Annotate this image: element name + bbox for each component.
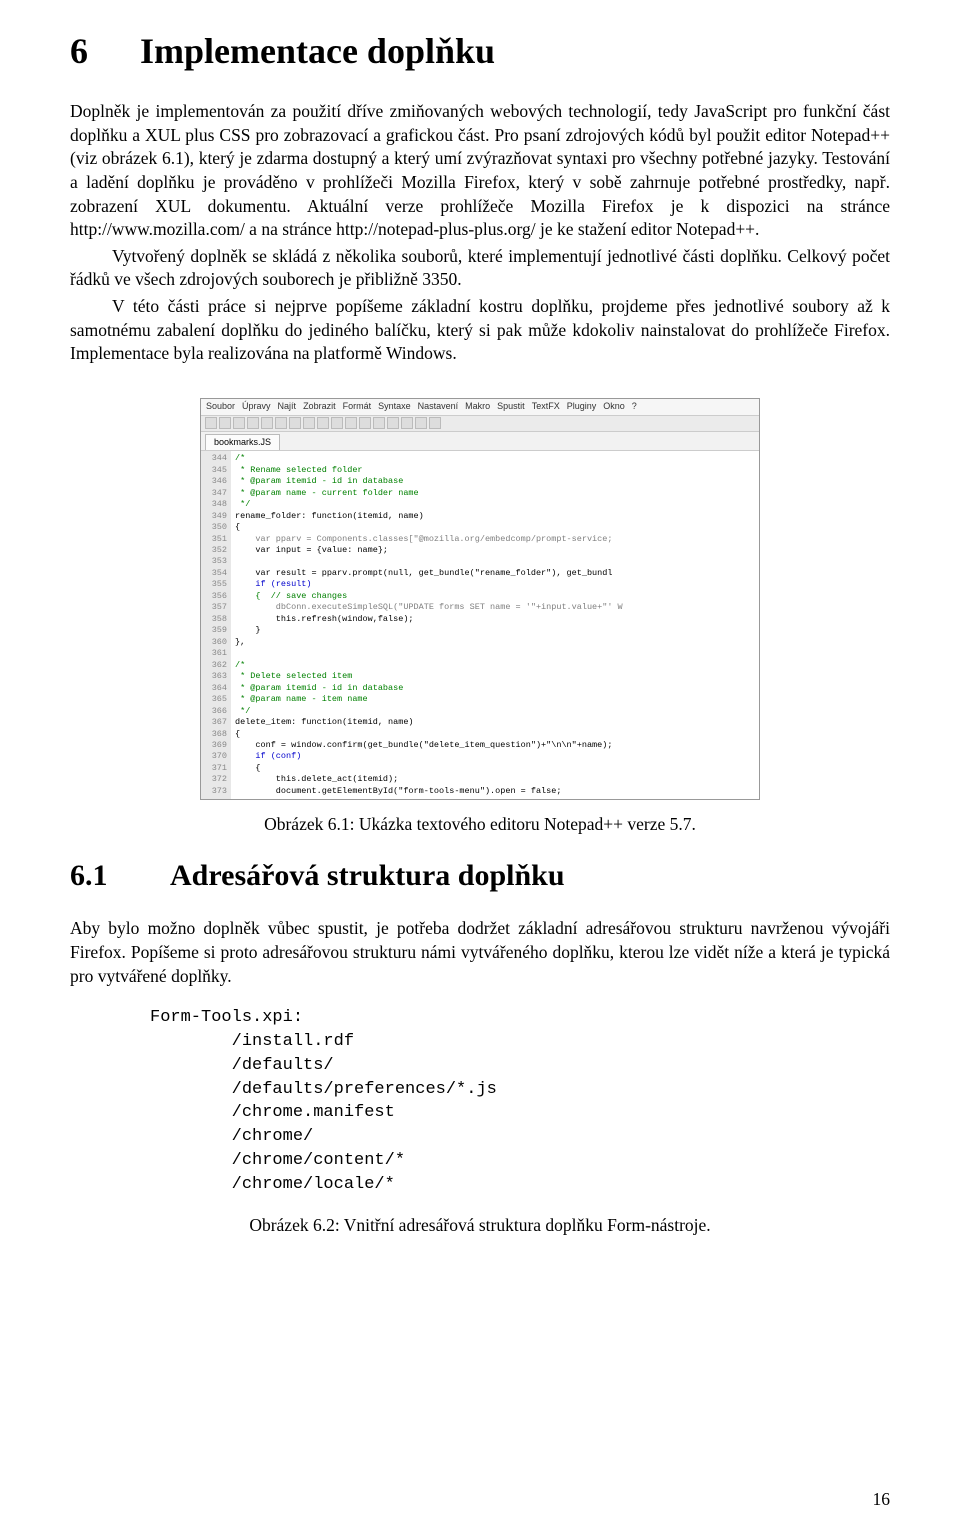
- figure-caption-1: Obrázek 6.1: Ukázka textového editoru No…: [70, 814, 890, 835]
- menu-item: Formát: [343, 401, 372, 413]
- toolbar-icon: [233, 417, 245, 429]
- editor-menubar: Soubor Úpravy Najít Zobrazit Formát Syntaxe Na…: [201, 399, 759, 416]
- toolbar-icon: [317, 417, 329, 429]
- toolbar-icon: [359, 417, 371, 429]
- toolbar-icon: [387, 417, 399, 429]
- notepad-screenshot: Soubor Úpravy Najít Zobrazit Formát Syntaxe Na…: [200, 398, 760, 800]
- chapter-number: 6: [70, 30, 140, 72]
- menu-item: Spustit: [497, 401, 525, 413]
- editor-toolbar: [201, 416, 759, 432]
- toolbar-icon: [373, 417, 385, 429]
- toolbar-icon: [429, 417, 441, 429]
- paragraph-4: Aby bylo možno doplněk vůbec spustit, je…: [70, 917, 890, 988]
- menu-item: Najít: [278, 401, 297, 413]
- menu-item: Zobrazit: [303, 401, 336, 413]
- menu-item: Pluginy: [567, 401, 597, 413]
- menu-item: Syntaxe: [378, 401, 411, 413]
- figure-caption-2: Obrázek 6.2: Vnitřní adresářová struktur…: [70, 1215, 890, 1236]
- menu-item: Úpravy: [242, 401, 271, 413]
- section-heading: 6.1 Adresářová struktura doplňku: [70, 859, 890, 893]
- menu-item: TextFX: [532, 401, 560, 413]
- toolbar-icon: [345, 417, 357, 429]
- editor-tab: bookmarks.JS: [205, 434, 280, 451]
- chapter-heading: 6 Implementace doplňku: [70, 30, 890, 72]
- toolbar-icon: [415, 417, 427, 429]
- page-number: 16: [873, 1489, 891, 1510]
- chapter-title: Implementace doplňku: [140, 30, 495, 72]
- editor-code-area: 344 345 346 347 348 349 350 351 352 353 …: [201, 450, 759, 799]
- section-number: 6.1: [70, 859, 170, 893]
- menu-item: Makro: [465, 401, 490, 413]
- toolbar-icon: [331, 417, 343, 429]
- code-body: /* * Rename selected folder * @param ite…: [231, 451, 759, 799]
- toolbar-icon: [205, 417, 217, 429]
- toolbar-icon: [275, 417, 287, 429]
- paragraph-2: Vytvořený doplněk se skládá z několika s…: [70, 245, 890, 292]
- menu-item: Nastavení: [418, 401, 459, 413]
- paragraph-3: V této části práce si nejprve popíšeme z…: [70, 295, 890, 366]
- toolbar-icon: [401, 417, 413, 429]
- editor-tab-bar: bookmarks.JS: [201, 432, 759, 451]
- menu-item: Soubor: [206, 401, 235, 413]
- toolbar-icon: [289, 417, 301, 429]
- paragraph-1: Doplněk je implementován za použití dřív…: [70, 100, 890, 242]
- toolbar-icon: [247, 417, 259, 429]
- section-title: Adresářová struktura doplňku: [170, 859, 565, 893]
- menu-item: ?: [632, 401, 637, 413]
- directory-listing: Form-Tools.xpi: /install.rdf /defaults/ …: [150, 1006, 890, 1196]
- menu-item: Okno: [603, 401, 625, 413]
- line-number-gutter: 344 345 346 347 348 349 350 351 352 353 …: [201, 451, 231, 799]
- toolbar-icon: [303, 417, 315, 429]
- toolbar-icon: [219, 417, 231, 429]
- toolbar-icon: [261, 417, 273, 429]
